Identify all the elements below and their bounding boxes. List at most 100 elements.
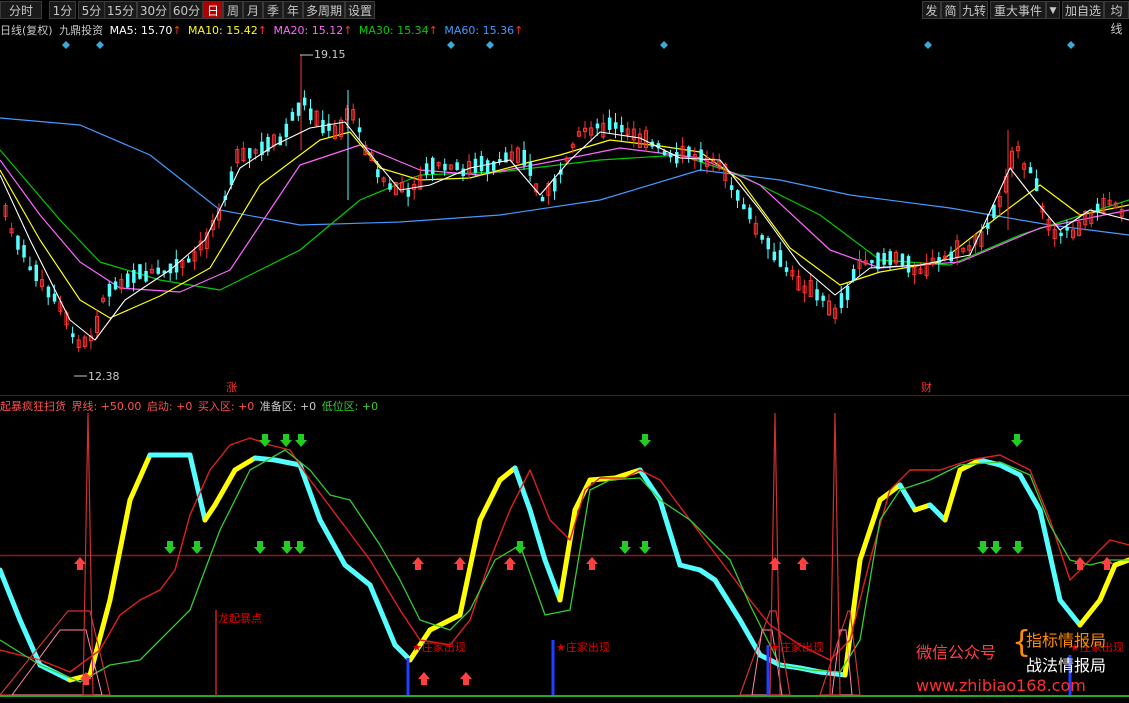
candle-body-down [540, 197, 545, 202]
candle-body-down [900, 253, 905, 266]
candle-body-down [16, 235, 20, 250]
watermark-url: www.zhibiao168.com [916, 676, 1086, 695]
sell-arrow-icon [990, 541, 1002, 554]
indicator-spike [829, 412, 841, 696]
sell-arrow-icon [164, 541, 176, 554]
indicator-k-segment [527, 507, 548, 563]
candle-body-down [28, 266, 32, 271]
candle-body-down [126, 273, 130, 288]
candle-body-down [986, 222, 990, 229]
candle-body-down [473, 158, 478, 173]
candle-body-down [882, 253, 886, 265]
kline-chart[interactable] [0, 0, 1129, 703]
candle-body-down [784, 267, 789, 272]
indicator-k-segment [252, 455, 278, 463]
candle-body-down [876, 252, 880, 270]
indicator-k-segment [712, 577, 743, 623]
candle-body-down [455, 162, 459, 170]
buy-arrow-icon [797, 557, 809, 570]
indicator-k-segment [737, 617, 763, 658]
candle-body-down [138, 264, 142, 279]
indicator-k-segment [202, 502, 218, 523]
watermark-line1: 指标情报局 [1026, 631, 1107, 650]
candle-body-down [284, 123, 289, 138]
candle-body-down [388, 183, 392, 190]
sell-arrow-icon [254, 541, 266, 554]
buy-arrow-icon [460, 672, 472, 685]
buy-arrow-icon [418, 672, 430, 685]
indicator-low-zone: 低位区: +0 [321, 400, 379, 413]
candle-body-down [376, 169, 380, 178]
indicator-k-segment [817, 669, 848, 678]
sell-arrow-icon [639, 434, 651, 447]
candle-body-down [620, 124, 624, 133]
ma10-line [0, 131, 1129, 319]
candle-body-down [528, 161, 533, 176]
sell-arrow-icon [514, 541, 526, 554]
sell-arrow-icon [191, 541, 203, 554]
indicator-k-segment [297, 462, 323, 523]
watermark-wechat: 微信公众号 [916, 643, 997, 662]
candle-body-down [431, 157, 435, 175]
sell-arrow-icon [294, 541, 306, 554]
indicator-k-segment [927, 502, 948, 523]
candle-body-down [595, 123, 600, 129]
candle-body-down [107, 283, 112, 297]
event-diamond-icon [62, 41, 70, 49]
candle-body-down [522, 149, 526, 166]
indicator-k-segment [942, 467, 963, 523]
buy-arrow-icon [412, 557, 424, 570]
candle-body-down [607, 117, 612, 130]
candle-body-down [34, 264, 38, 282]
event-diamond-icon [1067, 41, 1075, 49]
zhuang-label-1: ★庄家出现 [412, 641, 466, 654]
candle-body-down [424, 163, 429, 175]
candle-body-down [778, 250, 783, 267]
buy-arrow-icon [586, 557, 598, 570]
candle-body-down [821, 295, 825, 301]
candle-body-down [614, 122, 618, 129]
candle-body-down [1028, 167, 1033, 174]
zhuang-label-3: ★庄家出现 [770, 641, 824, 654]
candle-body-down [309, 108, 313, 121]
buy-arrow-icon [1074, 557, 1086, 570]
indicator-k-segment [127, 452, 153, 503]
indicator-prep-zone: 准备区: +0 [259, 400, 317, 413]
sell-arrow-icon [639, 541, 651, 554]
candle-body-down [156, 267, 160, 274]
indicator-k-segment [1077, 597, 1103, 628]
candle-body-down [144, 270, 148, 282]
candle-body-down [766, 237, 770, 250]
event-diamond-icon [447, 41, 455, 49]
candle-body-down [815, 289, 819, 301]
candle-body-down [553, 178, 557, 192]
event-diamonds [62, 41, 1075, 49]
candlesticks [3, 55, 1124, 352]
candle-body-down [479, 155, 484, 172]
indicator-k-segment [367, 582, 398, 648]
indicator-name: 起暴疯狂扫货 [0, 400, 66, 413]
indicator-header: 起暴疯狂扫货 界线: +50.00 启动: +0 买入区: +0 准备区: +0… [0, 398, 378, 414]
event-diamond-icon [96, 41, 104, 49]
indicator-k-segment [1057, 597, 1083, 628]
candle-body-down [937, 257, 941, 263]
candle-body-down [461, 168, 465, 176]
indicator-k-segment [392, 642, 413, 663]
candle-body-down [687, 146, 691, 157]
candle-body-down [772, 251, 777, 261]
indicator-k-segment [342, 562, 373, 588]
buy-arrow-icon [769, 557, 781, 570]
indicator-k-segment [0, 567, 23, 623]
candle-body-down [485, 160, 490, 175]
candle-body-down [22, 245, 26, 258]
candle-body-down [406, 189, 411, 197]
candle-body-down [1034, 178, 1039, 192]
candle-body-down [248, 148, 252, 159]
candle-body-down [296, 102, 301, 116]
event-diamond-icon [660, 41, 668, 49]
candle-body-down [736, 190, 740, 201]
indicator-k-segment [677, 562, 703, 573]
indicator-k-segment [1097, 562, 1118, 603]
candle-body-down [290, 112, 295, 121]
sell-arrow-icon [1011, 434, 1023, 447]
